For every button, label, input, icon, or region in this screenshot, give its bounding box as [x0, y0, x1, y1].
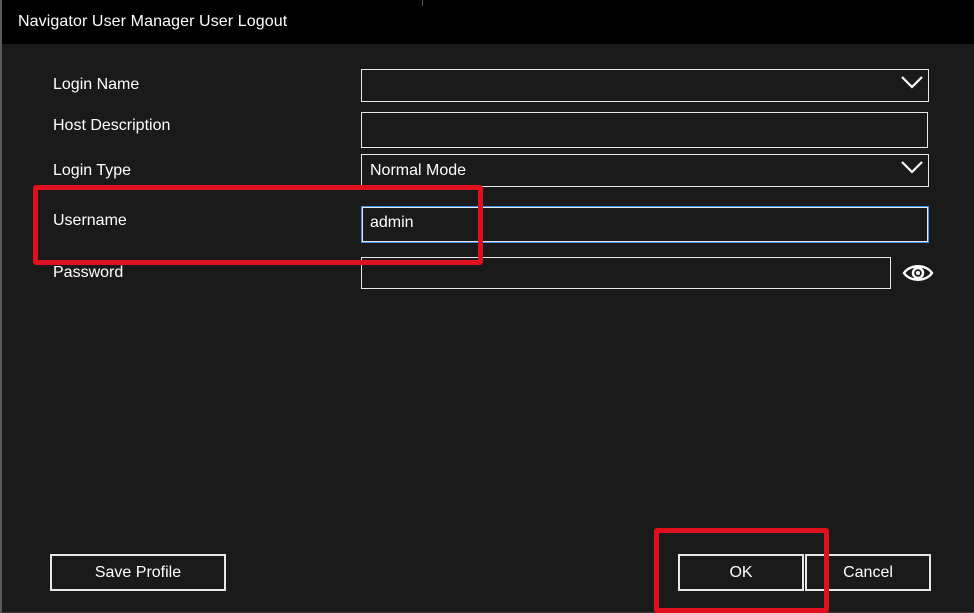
- login-type-label: Login Type: [53, 162, 131, 179]
- username-label: Username: [53, 212, 127, 229]
- login-type-value: Normal Mode: [370, 162, 467, 179]
- cancel-button[interactable]: Cancel: [805, 554, 931, 591]
- login-name-label: Login Name: [53, 76, 140, 93]
- user-logout-dialog: Navigator User Manager User Logout Login…: [0, 0, 974, 613]
- title-bar-divider: [422, 0, 423, 6]
- chevron-down-icon[interactable]: [900, 159, 924, 175]
- login-type-dropdown[interactable]: Normal Mode: [361, 154, 929, 187]
- chevron-down-icon[interactable]: [900, 74, 924, 90]
- login-name-dropdown[interactable]: [361, 69, 929, 102]
- host-description-input[interactable]: [361, 112, 928, 148]
- password-input[interactable]: [361, 257, 891, 289]
- title-bar: Navigator User Manager User Logout: [2, 0, 974, 44]
- save-profile-button[interactable]: Save Profile: [50, 554, 226, 591]
- host-description-label: Host Description: [53, 117, 171, 134]
- username-input[interactable]: admin: [361, 206, 929, 243]
- username-value: admin: [370, 214, 414, 231]
- window-title: Navigator User Manager User Logout: [18, 13, 288, 30]
- eye-icon[interactable]: [902, 262, 934, 284]
- ok-button[interactable]: OK: [678, 554, 804, 591]
- password-label: Password: [53, 264, 124, 281]
